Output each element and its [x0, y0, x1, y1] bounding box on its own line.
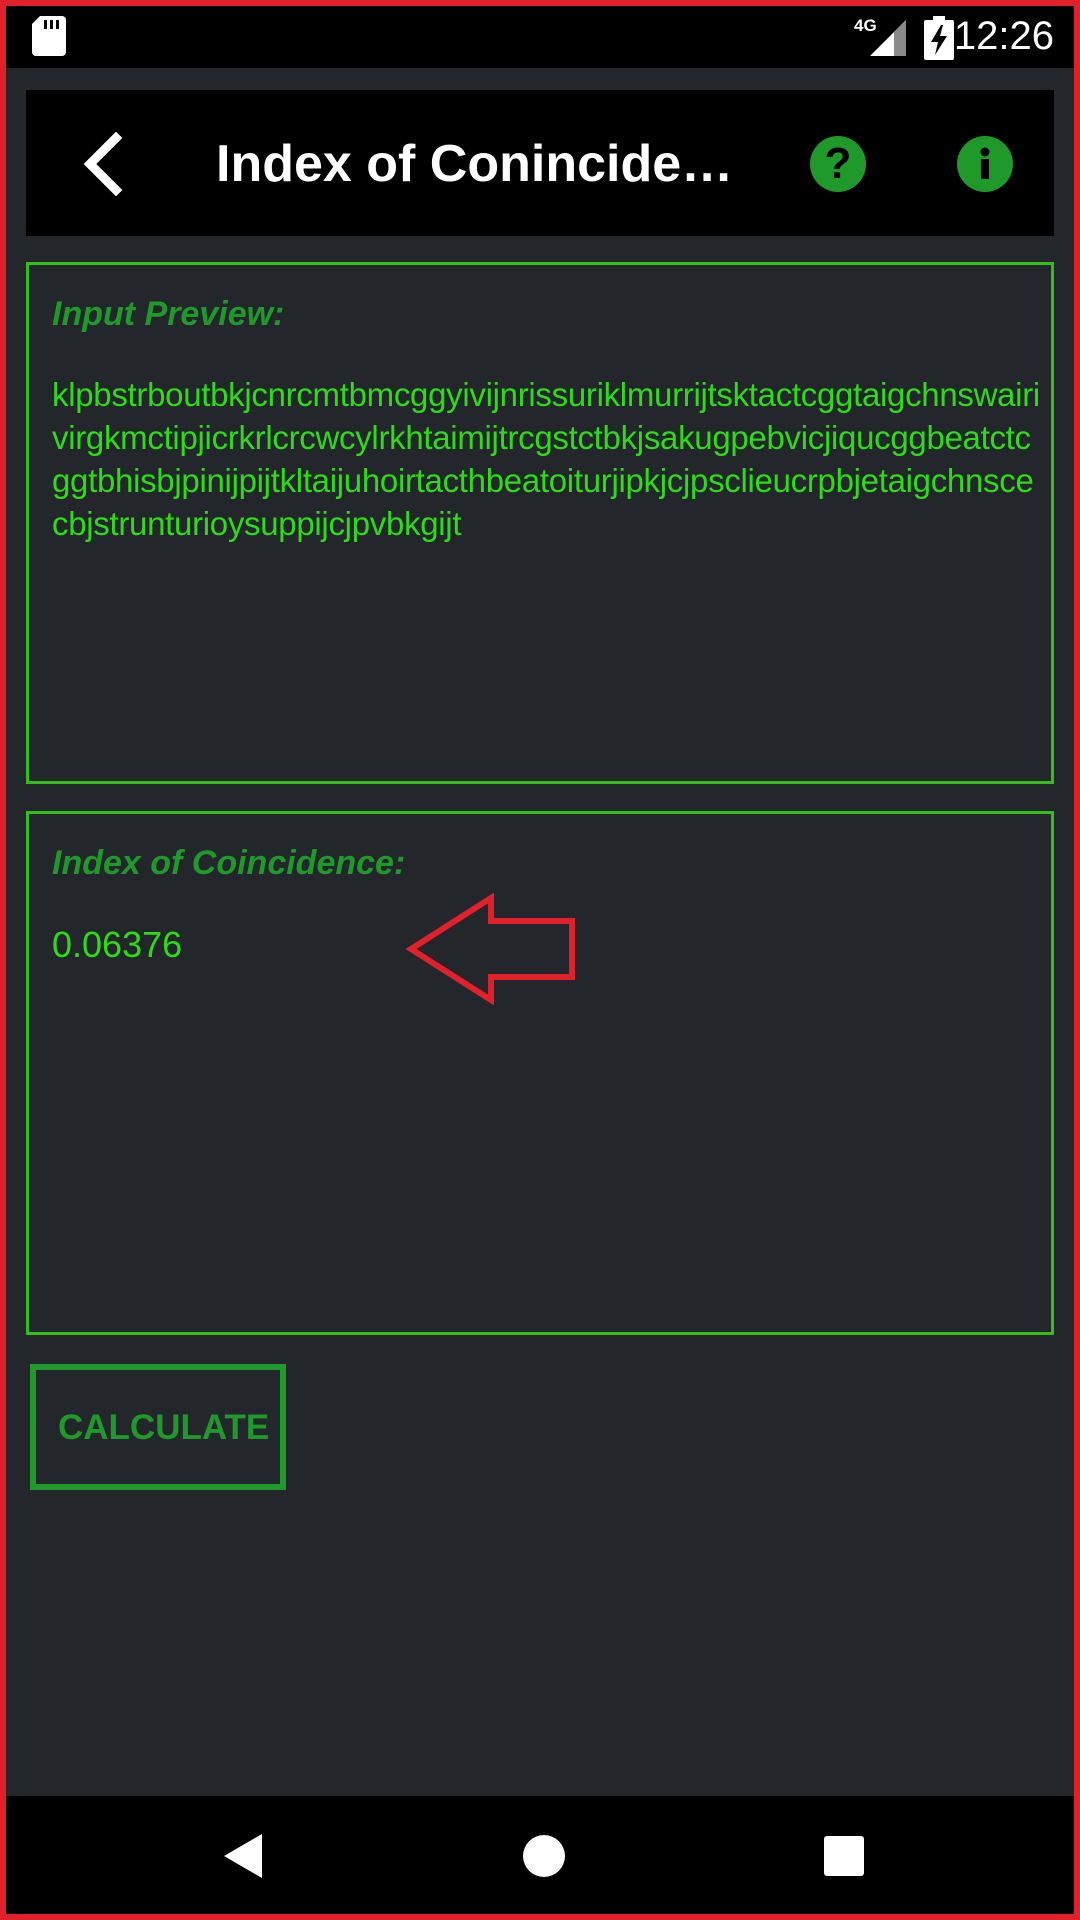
calculate-button[interactable]: CALCULATE: [30, 1364, 286, 1490]
help-icon: ?: [824, 139, 852, 188]
back-arrow-icon[interactable]: [76, 132, 136, 196]
nav-home-icon[interactable]: [514, 1826, 574, 1886]
red-arrow-annotation: [406, 893, 575, 1005]
ioc-result-panel: Index of Coincidence: 0.06376: [26, 811, 1054, 1335]
help-button[interactable]: ?: [810, 136, 866, 192]
navigation-bar: [6, 1796, 1074, 1914]
nav-back-icon[interactable]: [214, 1826, 274, 1886]
ioc-value: 0.06376: [52, 924, 183, 965]
sd-card-icon: [32, 16, 66, 56]
ioc-label: Index of Coincidence:: [52, 844, 406, 882]
app-bar: Index of Coninciden… ?: [26, 90, 1054, 236]
nav-recents-icon[interactable]: [814, 1826, 874, 1886]
info-button[interactable]: [957, 136, 1013, 192]
screen-frame: 4G 12:26 Index of Coninciden… ? Input Pr…: [0, 0, 1080, 1920]
input-preview-label: Input Preview:: [52, 295, 285, 333]
calculate-button-label: CALCULATE: [58, 1408, 270, 1447]
input-preview-panel: Input Preview: klpbstrboutbkjcnrcmtbmcgg…: [26, 262, 1054, 784]
page-title: Index of Coninciden…: [216, 135, 756, 193]
signal-icon: [870, 20, 906, 56]
info-icon: [980, 147, 990, 179]
status-clock: 12:26: [953, 14, 1054, 58]
status-bar: 4G 12:26: [6, 6, 1074, 68]
input-preview-text: klpbstrboutbkjcnrcmtbmcggyivijnrissurikl…: [52, 376, 1040, 542]
battery-charging-icon: [924, 16, 954, 60]
